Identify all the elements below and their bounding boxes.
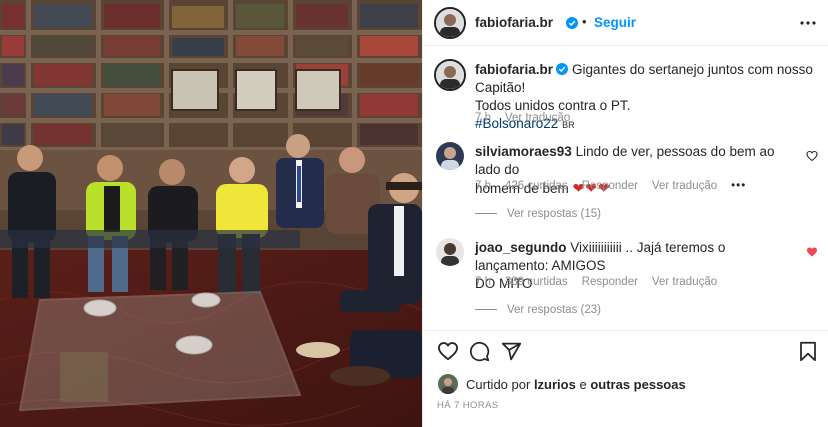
more-options-icon[interactable] — [800, 20, 816, 26]
replies-line — [475, 309, 497, 311]
liker-avatar[interactable] — [438, 374, 458, 394]
liked-by-and: e — [579, 377, 587, 392]
author-avatar[interactable] — [434, 7, 466, 39]
comment-2-meta: 7 h 339 curtidas Responder Ver tradução — [475, 276, 731, 288]
comment-1-reply-button[interactable]: Responder — [582, 180, 638, 192]
comment-icon[interactable] — [469, 341, 490, 362]
comment-1-more-icon[interactable]: ••• — [731, 180, 746, 192]
post-time-ago[interactable]: HÁ 7 HORAS — [437, 400, 499, 411]
post-image — [0, 0, 422, 427]
comment-2-reply-button[interactable]: Responder — [582, 276, 638, 288]
comment-2-view-replies-label: Ver respostas (23) — [507, 304, 601, 316]
instagram-post: fabiofaria.br • Seguir fabiofaria.br Giga… — [0, 0, 828, 427]
caption-author-avatar[interactable] — [434, 59, 466, 91]
liked-by-user[interactable]: lzurios — [534, 377, 576, 392]
comment-2-time: 7 h — [475, 276, 491, 288]
follow-button[interactable]: Seguir — [594, 15, 636, 30]
comment-1-view-replies-label: Ver respostas (15) — [507, 208, 601, 220]
comment-1-time: 7 h — [475, 180, 491, 192]
caption-time: 7 h — [475, 112, 491, 124]
liked-by-others[interactable]: outras pessoas — [590, 377, 685, 392]
caption-translate-link[interactable]: Ver tradução — [505, 112, 570, 124]
comment-2-likes[interactable]: 339 curtidas — [505, 276, 568, 288]
caption-username[interactable]: fabiofaria.br — [475, 62, 553, 77]
heart-icon[interactable] — [437, 341, 459, 361]
separator-dot: • — [582, 14, 587, 29]
comment-avatar[interactable] — [436, 238, 464, 266]
comment-1-translate-link[interactable]: Ver tradução — [652, 180, 717, 192]
replies-line — [475, 213, 497, 215]
comment-2-username[interactable]: joao_segundo — [475, 240, 567, 255]
save-icon[interactable] — [799, 341, 817, 362]
comment-1-view-replies[interactable]: Ver respostas (15) — [475, 208, 601, 220]
post-header: fabiofaria.br • Seguir — [423, 0, 828, 46]
comment-2-view-replies[interactable]: Ver respostas (23) — [475, 304, 601, 316]
comment-1-username[interactable]: silviamoraes93 — [475, 144, 572, 159]
post-photo — [0, 0, 422, 427]
comment-1-meta: 7 h 426 curtidas Responder Ver tradução ••• — [475, 180, 760, 192]
comment-2-translate-link[interactable]: Ver tradução — [652, 276, 717, 288]
author-username[interactable]: fabiofaria.br — [475, 15, 553, 30]
comment-avatar[interactable] — [436, 142, 464, 170]
post-side-panel: fabiofaria.br • Seguir fabiofaria.br Giga… — [422, 0, 828, 427]
share-icon[interactable] — [501, 341, 522, 362]
divider — [423, 330, 828, 331]
comment-2-liked-heart-icon[interactable] — [806, 246, 818, 258]
comment-1-likes[interactable]: 426 curtidas — [505, 180, 568, 192]
caption-meta: 7 h Ver tradução — [475, 112, 584, 124]
liked-by-prefix: Curtido por — [466, 377, 531, 392]
comment-1-like-heart-icon[interactable] — [806, 150, 818, 162]
liked-by-text: Curtido por lzurios e outras pessoas — [466, 377, 686, 392]
verified-icon — [566, 17, 578, 29]
caption-verified-icon — [556, 63, 569, 75]
